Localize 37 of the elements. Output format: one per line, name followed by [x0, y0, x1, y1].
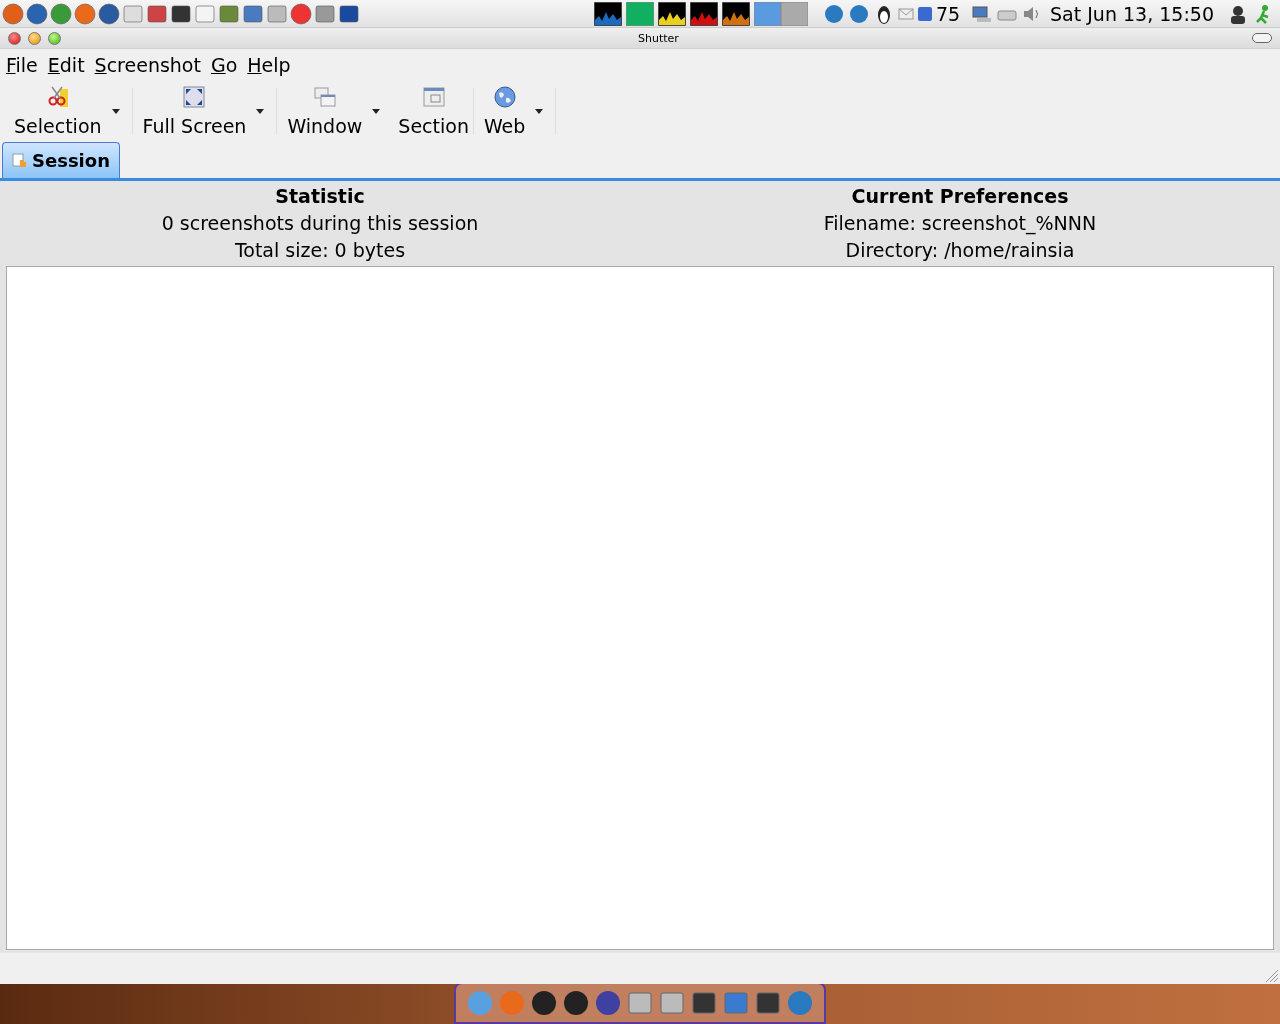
close-button[interactable] — [8, 31, 21, 45]
toolbar-button[interactable]: Web — [475, 82, 528, 140]
preferences-text: Directory: /home/rainsia — [845, 238, 1075, 263]
statistic-heading: Statistic — [275, 184, 365, 209]
toolbar-button[interactable]: Section — [390, 82, 471, 140]
shade-button[interactable] — [1252, 33, 1272, 43]
monitor-graph-icon[interactable] — [721, 1, 750, 26]
minimize-button[interactable] — [28, 31, 41, 45]
session-tab[interactable]: Session — [2, 142, 120, 178]
caret-icon[interactable] — [535, 108, 544, 114]
menu-item[interactable]: Edit — [47, 53, 85, 76]
toolbar-button[interactable]: Selection — [6, 82, 104, 140]
preferences-heading: Current Preferences — [851, 184, 1069, 209]
mail-count: 75 — [935, 2, 961, 25]
fullscreen-icon — [182, 85, 207, 109]
menu-item[interactable]: Go — [210, 53, 238, 76]
window-section-icon — [421, 85, 446, 109]
menu-item[interactable]: Help — [247, 53, 291, 76]
statistic-text: 0 screenshots during this session — [161, 211, 479, 236]
clock[interactable]: Sat Jun 13, 15:50 — [1050, 2, 1214, 25]
monitor-graph-icon[interactable] — [689, 1, 718, 26]
window-icon — [312, 85, 337, 109]
menu-item[interactable]: File — [6, 53, 38, 76]
caret-icon[interactable] — [372, 108, 381, 114]
preferences-text: Filename: screenshot_%NNN — [823, 211, 1097, 237]
toolbar-button[interactable]: Window — [279, 82, 365, 140]
monitor-graph-icon[interactable] — [593, 1, 622, 26]
toolbar-button[interactable]: Full Screen — [134, 82, 249, 140]
menu-item[interactable]: Screenshot — [94, 53, 201, 76]
maximize-button[interactable] — [48, 31, 61, 45]
statistic-text: Total size: 0 bytes — [234, 238, 406, 263]
resize-grip-icon[interactable] — [1265, 969, 1279, 983]
monitor-graph-icon[interactable] — [657, 1, 686, 26]
caret-icon[interactable] — [111, 108, 120, 114]
window-title: Shutter — [638, 31, 679, 45]
caret-icon[interactable] — [256, 108, 265, 114]
workspace-switcher[interactable] — [753, 1, 808, 26]
